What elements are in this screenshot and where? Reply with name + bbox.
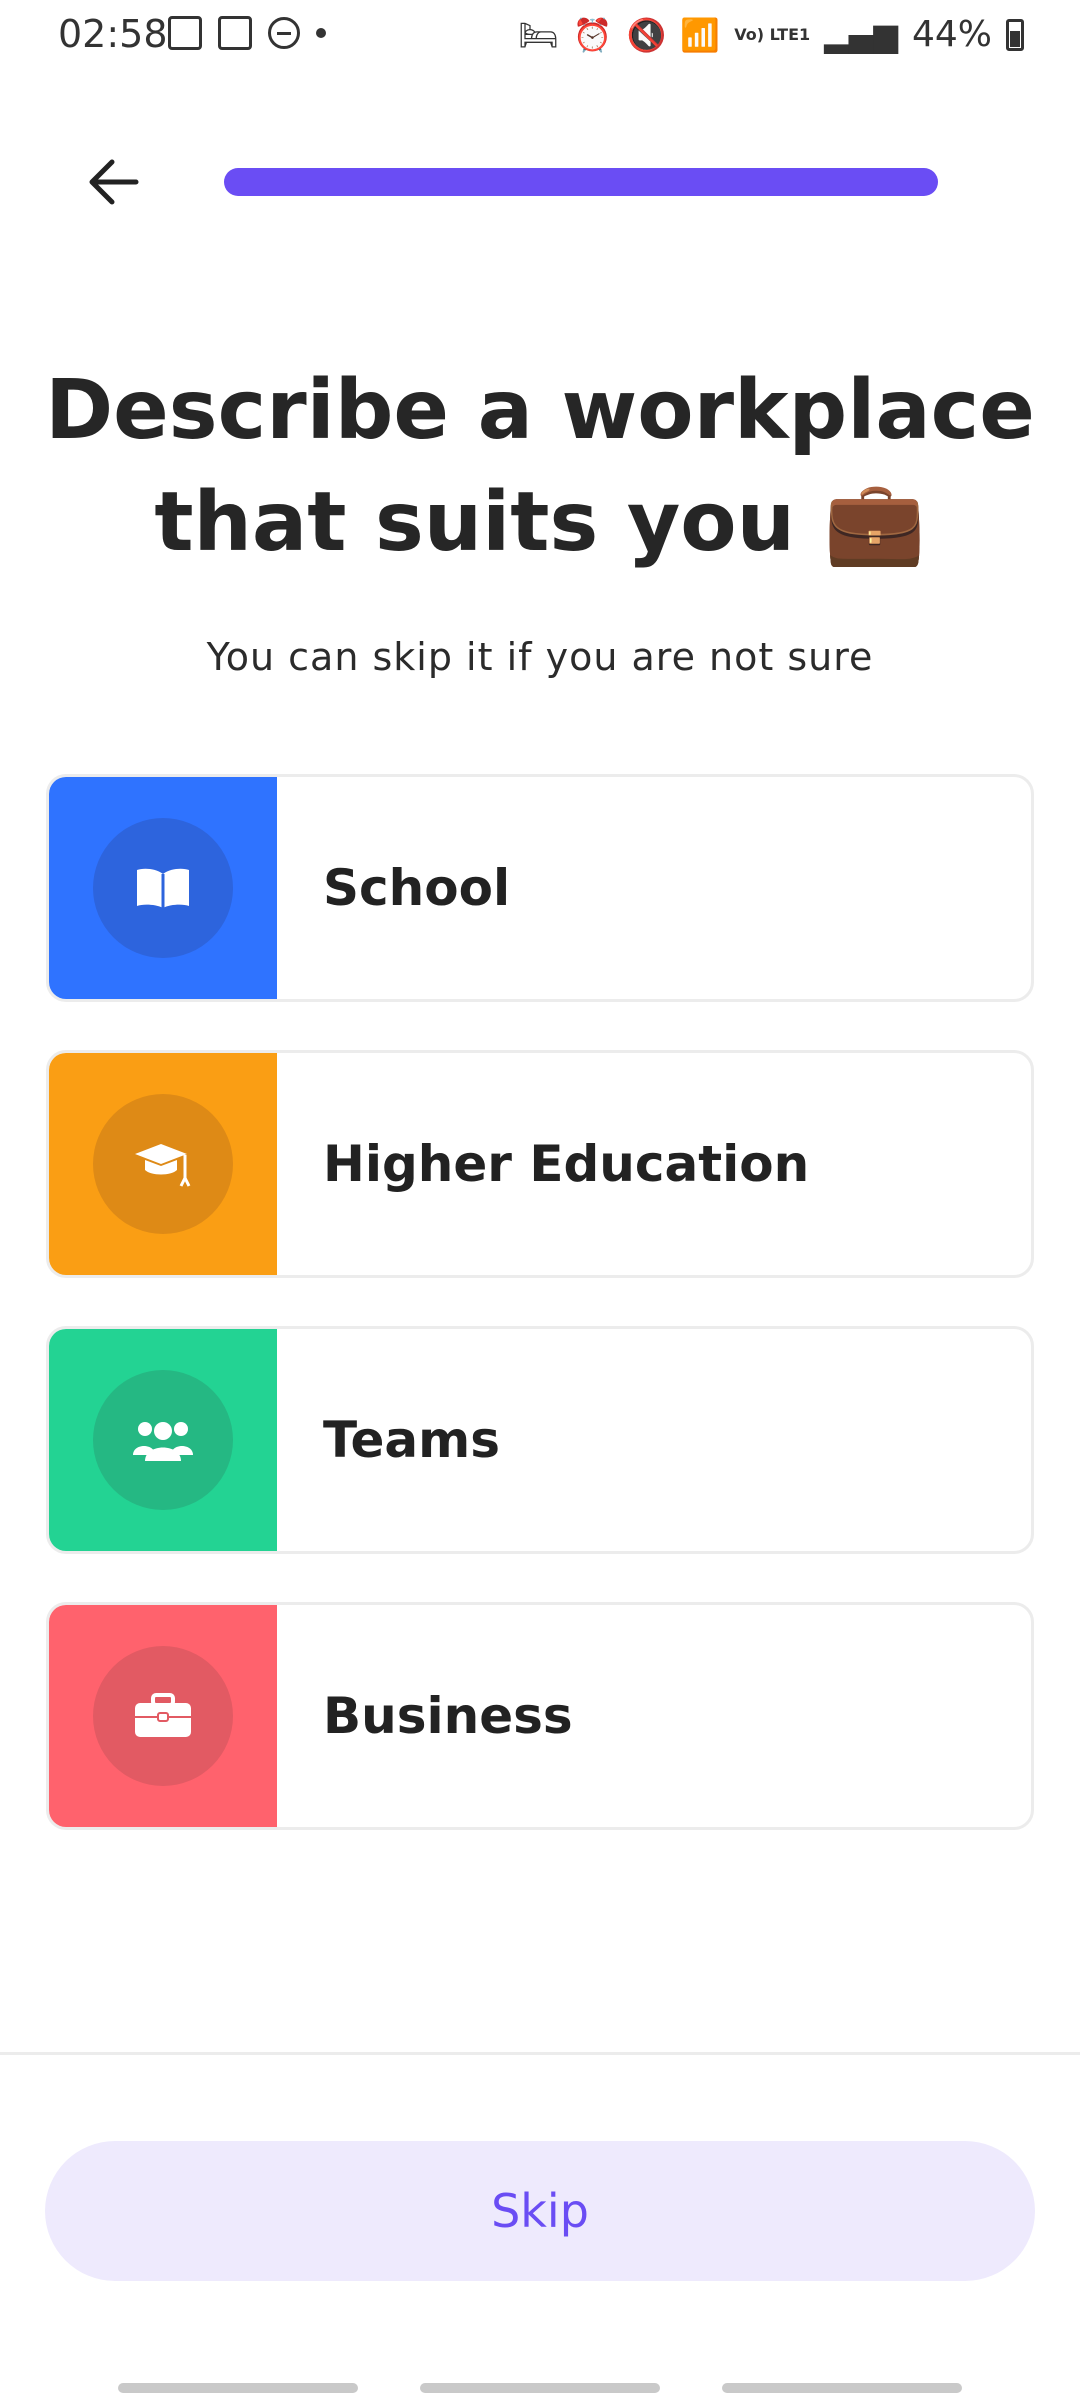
option-school[interactable]: School (46, 774, 1034, 1002)
alarm-icon: ⏰ (572, 15, 613, 54)
onboarding-progress-bar (224, 168, 938, 196)
workplace-options: School Higher Education Teams Business (46, 774, 1034, 1878)
bed-icon: 🛏 (518, 15, 559, 54)
battery-percent: 44% (911, 14, 992, 55)
option-label: Business (323, 1687, 573, 1745)
option-teams[interactable]: Teams (46, 1326, 1034, 1554)
option-label: Teams (323, 1411, 500, 1469)
notification-icons (168, 16, 326, 50)
briefcase-emoji-icon: 💼 (823, 475, 926, 570)
nav-recents-handle[interactable] (118, 2383, 358, 2393)
briefcase-icon (135, 1693, 191, 1737)
volte-icon: Vo) LTE1 (734, 24, 811, 44)
option-color-swatch (49, 777, 277, 999)
status-time: 02:58 (58, 12, 168, 56)
people-group-icon (133, 1422, 193, 1461)
option-business[interactable]: Business (46, 1602, 1034, 1830)
wifi-icon: 📶 (680, 15, 721, 54)
status-bar: 02:58 🛏 ⏰ 🔇 📶 Vo) LTE1 ▂▄▆ 44% (0, 0, 1080, 70)
subtitle: You can skip it if you are not sure (206, 635, 874, 679)
graduation-cap-icon (135, 1144, 191, 1187)
option-label: Higher Education (323, 1135, 810, 1193)
option-label: School (323, 859, 511, 917)
arrow-left-icon (89, 159, 139, 205)
system-icons: 🛏 ⏰ 🔇 📶 Vo) LTE1 ▂▄▆ 44% (518, 14, 1024, 55)
nav-back-handle[interactable] (722, 2383, 962, 2393)
do-not-disturb-icon (268, 17, 300, 49)
gallery-icon (168, 16, 202, 50)
back-button[interactable] (82, 150, 146, 214)
signal-icon: ▂▄▆ (824, 15, 898, 54)
bottom-divider (0, 2052, 1080, 2055)
nav-home-handle[interactable] (420, 2383, 660, 2393)
option-color-swatch (49, 1605, 277, 1827)
skip-button[interactable]: Skip (45, 2141, 1035, 2281)
option-color-swatch (49, 1053, 277, 1275)
open-book-icon (137, 868, 189, 908)
option-color-swatch (49, 1329, 277, 1551)
battery-icon (1006, 18, 1024, 51)
option-higher-education[interactable]: Higher Education (46, 1050, 1034, 1278)
mute-icon: 🔇 (626, 15, 667, 54)
calendar-icon (218, 16, 252, 50)
more-notifications-dot-icon (316, 28, 326, 38)
page-title: Describe a workplace that suits you 💼 (0, 355, 1080, 579)
